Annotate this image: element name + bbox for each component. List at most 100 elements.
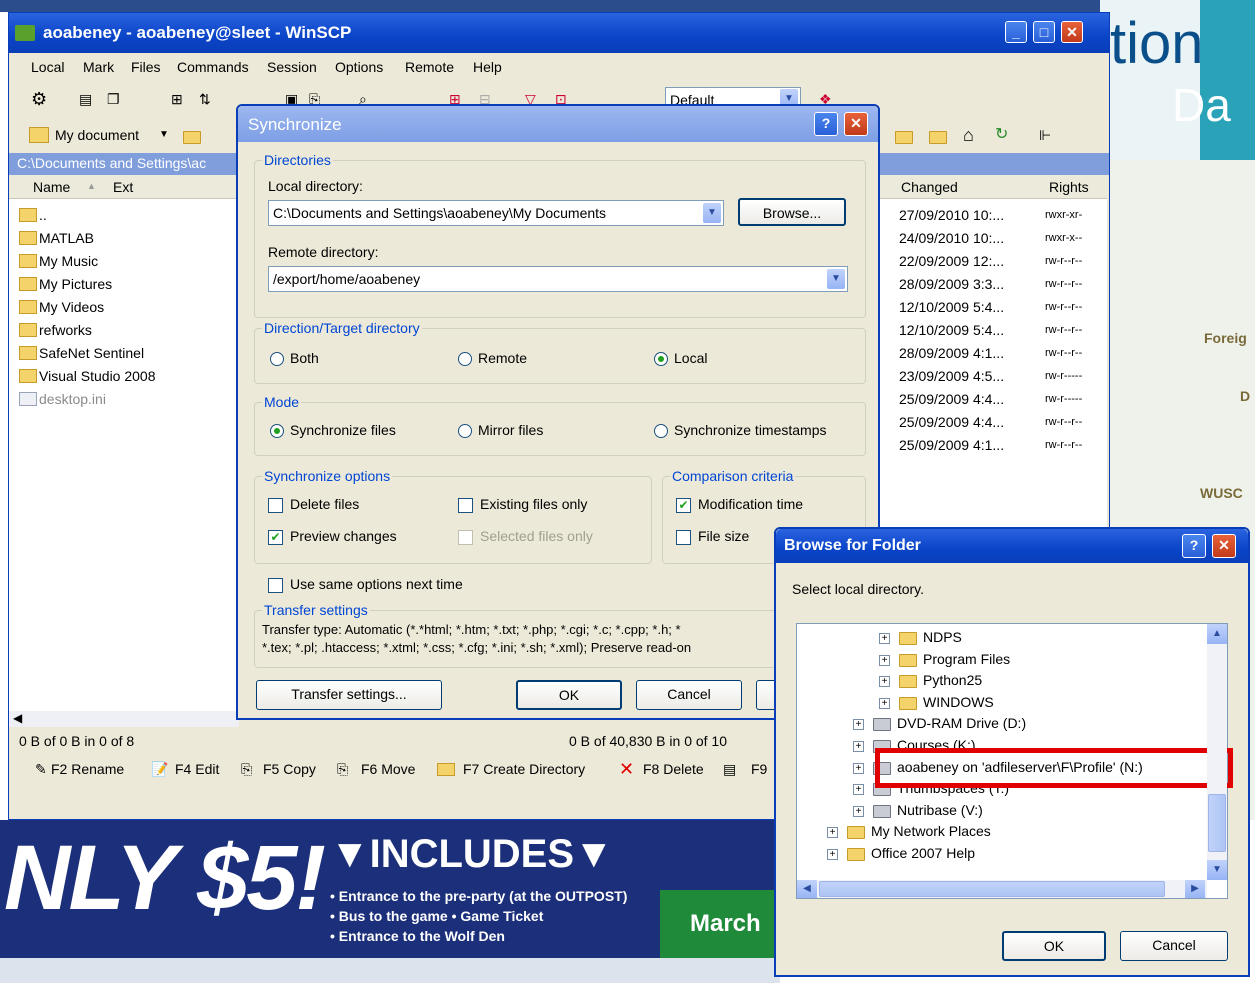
- scroll-up-icon[interactable]: ▲: [1207, 624, 1227, 644]
- synchronize-titlebar[interactable]: Synchronize ? ✕: [238, 106, 878, 142]
- f8-delete-button[interactable]: F8 Delete: [643, 761, 704, 777]
- expand-icon[interactable]: +: [827, 827, 838, 839]
- chevron-down-icon[interactable]: ▼: [703, 203, 721, 223]
- hscroll-thumb[interactable]: [819, 881, 1165, 897]
- direction-both-radio[interactable]: [270, 352, 284, 366]
- folder-tree[interactable]: + NDPS + Program Files + Python25 + WINDOWS + DVD…: [796, 623, 1233, 899]
- expand-icon[interactable]: +: [827, 849, 838, 860]
- mode-mirror-files-radio[interactable]: [458, 424, 472, 438]
- direction-remote-label[interactable]: Remote: [478, 350, 527, 366]
- chevron-down-icon[interactable]: ▼: [827, 269, 845, 289]
- table-row[interactable]: 25/09/2009 4:4... rw-r--r--: [879, 412, 1107, 434]
- preview-changes-label[interactable]: Preview changes: [290, 528, 397, 544]
- sessions-icon[interactable]: ⊞: [171, 91, 183, 107]
- menu-item-files[interactable]: Files: [131, 59, 161, 75]
- list-item[interactable]: ..: [11, 205, 237, 227]
- expand-icon[interactable]: +: [879, 676, 890, 688]
- tree-vscroll[interactable]: ▲ ▼: [1207, 624, 1227, 880]
- refresh-icon[interactable]: ↻: [995, 127, 1008, 143]
- f5-copy-button[interactable]: F5 Copy: [263, 761, 316, 777]
- list-item[interactable]: MATLAB: [11, 228, 237, 250]
- list-item[interactable]: My Pictures: [11, 274, 237, 296]
- mode-synchronize-files-radio[interactable]: [270, 424, 284, 438]
- local-directory-input[interactable]: C:\Documents and Settings\aoabeney\My Do…: [268, 200, 724, 226]
- remote-directory-input[interactable]: /export/home/aoabeney ▼: [268, 266, 848, 292]
- table-row[interactable]: 24/09/2010 10:... rwxr-x--: [879, 228, 1107, 250]
- delete-files-label[interactable]: Delete files: [290, 496, 359, 512]
- direction-remote-radio[interactable]: [458, 352, 472, 366]
- table-row[interactable]: 12/10/2009 5:4... rw-r--r--: [879, 297, 1107, 319]
- scroll-down-icon[interactable]: ▼: [1207, 860, 1227, 880]
- menu-item-local[interactable]: Local: [31, 59, 64, 75]
- queue-icon[interactable]: ▤: [79, 91, 92, 107]
- folder-open-icon[interactable]: [183, 131, 201, 144]
- expand-icon[interactable]: +: [853, 719, 864, 731]
- column-name[interactable]: Name: [33, 179, 70, 195]
- ok-button[interactable]: OK: [516, 680, 622, 710]
- menu-item-commands[interactable]: Commands: [177, 59, 249, 75]
- tree-item[interactable]: + WINDOWS: [879, 693, 1197, 713]
- existing-files-only-checkbox[interactable]: [458, 498, 473, 513]
- left-hscroll[interactable]: ◀: [9, 711, 239, 727]
- modification-time-label[interactable]: Modification time: [698, 496, 803, 512]
- delete-files-checkbox[interactable]: [268, 498, 283, 513]
- existing-files-only-label[interactable]: Existing files only: [480, 496, 587, 512]
- tree-item[interactable]: + Office 2007 Help: [827, 844, 1197, 864]
- scroll-left-icon[interactable]: ◀: [13, 711, 22, 725]
- f2-rename-button[interactable]: F2 Rename: [51, 761, 124, 777]
- transfer-settings-button[interactable]: Transfer settings...: [256, 680, 442, 710]
- menu-item-remote[interactable]: Remote: [405, 59, 454, 75]
- modification-time-checkbox[interactable]: ✔: [676, 498, 691, 513]
- direction-local-label[interactable]: Local: [674, 350, 707, 366]
- folder-new-icon[interactable]: [929, 131, 947, 144]
- help-button[interactable]: ?: [1182, 534, 1206, 558]
- close-button[interactable]: ✕: [1212, 534, 1236, 558]
- table-row[interactable]: 25/09/2009 4:4... rw-r-----: [879, 389, 1107, 411]
- tree-icon[interactable]: ⊩: [1039, 127, 1051, 143]
- table-row[interactable]: 28/09/2009 3:3... rw-r--r--: [879, 274, 1107, 296]
- network-icon[interactable]: ⇅: [199, 91, 211, 107]
- expand-icon[interactable]: +: [853, 784, 864, 796]
- column-ext[interactable]: Ext: [113, 179, 133, 195]
- expand-icon[interactable]: +: [853, 762, 864, 774]
- mode-synchronize-files-label[interactable]: Synchronize files: [290, 422, 396, 438]
- list-item[interactable]: SafeNet Sentinel: [11, 343, 237, 365]
- close-button[interactable]: ✕: [844, 112, 868, 136]
- menu-item-mark[interactable]: Mark: [83, 59, 114, 75]
- direction-both-label[interactable]: Both: [290, 350, 319, 366]
- list-item[interactable]: Visual Studio 2008: [11, 366, 237, 388]
- list-item[interactable]: refworks: [11, 320, 237, 342]
- browse-titlebar[interactable]: Browse for Folder ? ✕: [776, 529, 1248, 563]
- scroll-left-icon[interactable]: ◀: [797, 880, 817, 898]
- cancel-button[interactable]: Cancel: [636, 680, 742, 710]
- table-row[interactable]: 12/10/2009 5:4... rw-r--r--: [879, 320, 1107, 342]
- preferences-icon[interactable]: ❐: [107, 91, 120, 107]
- left-path-dropdown[interactable]: My document ▼: [27, 123, 173, 147]
- column-changed[interactable]: Changed: [901, 179, 958, 195]
- help-button[interactable]: ?: [814, 112, 838, 136]
- file-size-checkbox[interactable]: [676, 530, 691, 545]
- gear-icon[interactable]: ⚙: [31, 90, 47, 108]
- menu-item-session[interactable]: Session: [267, 59, 317, 75]
- menu-item-options[interactable]: Options: [335, 59, 383, 75]
- mode-mirror-files-label[interactable]: Mirror files: [478, 422, 543, 438]
- expand-icon[interactable]: +: [879, 633, 890, 644]
- maximize-button[interactable]: □: [1033, 21, 1055, 43]
- browse-button[interactable]: Browse...: [738, 198, 846, 226]
- close-button[interactable]: ✕: [1061, 21, 1083, 43]
- folder-up-icon[interactable]: [895, 131, 913, 144]
- scroll-thumb[interactable]: [1208, 794, 1226, 852]
- file-size-label[interactable]: File size: [698, 528, 749, 544]
- direction-local-radio[interactable]: [654, 352, 668, 366]
- winscp-titlebar[interactable]: aoabeney - aoabeney@sleet - WinSCP _ □ ✕: [9, 13, 1109, 53]
- expand-icon[interactable]: +: [853, 805, 864, 817]
- list-item[interactable]: My Music: [11, 251, 237, 273]
- tree-item[interactable]: + My Network Places: [827, 822, 1197, 842]
- tree-item[interactable]: + Program Files: [879, 650, 1197, 670]
- tree-item[interactable]: + Python25: [879, 671, 1197, 691]
- preview-changes-checkbox[interactable]: ✔: [268, 530, 283, 545]
- f9-button[interactable]: F9: [751, 761, 767, 777]
- tree-item[interactable]: + DVD-RAM Drive (D:): [853, 714, 1197, 734]
- mode-synchronize-timestamps-label[interactable]: Synchronize timestamps: [674, 422, 827, 438]
- table-row[interactable]: 27/09/2010 10:... rwxr-xr-: [879, 205, 1107, 227]
